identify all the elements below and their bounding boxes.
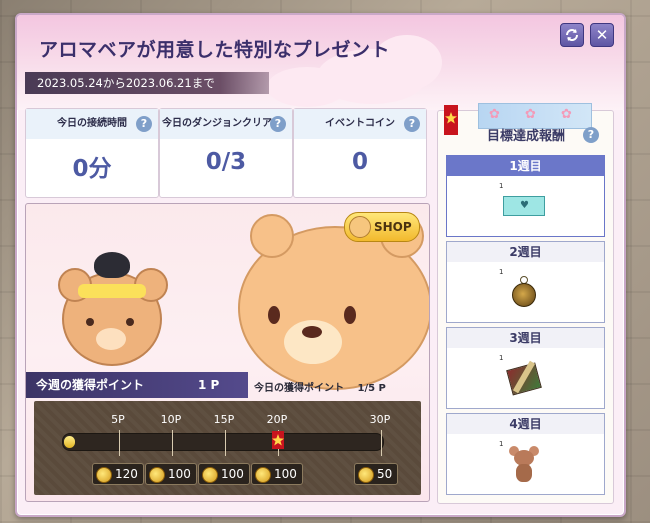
help-icon[interactable]: ?	[270, 116, 286, 132]
week-card-4[interactable]: 4週目 1	[446, 413, 605, 495]
coin-icon	[202, 467, 218, 483]
week-points-bar: 今週の獲得ポイント 1 P	[26, 372, 248, 398]
milestone-label: 5P	[111, 413, 125, 426]
mouse-doll-icon	[509, 444, 539, 484]
week-points-value: 1 P	[198, 378, 220, 392]
reward-amount: 100	[274, 467, 297, 481]
event-period: 2023.05.24から2023.06.21まで	[25, 72, 269, 94]
bear-small-illustration	[58, 252, 168, 366]
paw-icon: ✿	[525, 107, 536, 122]
stat-value: 0/3	[205, 149, 247, 175]
pocket-watch-icon	[511, 276, 536, 307]
coin-icon	[358, 467, 374, 483]
refresh-button[interactable]	[560, 23, 584, 47]
goal-rewards-panel: ✿ ✿ ✿ 目標達成報酬 ? 1週目 1 ♥ 2週目 1 3週目 1 4週目 1	[437, 103, 614, 504]
ticket-icon: ♥	[503, 196, 545, 216]
item-count: 1	[499, 440, 504, 448]
item-count: 1	[499, 182, 504, 190]
stat-connection-time: 今日の接続時間 ? 0分	[25, 108, 159, 198]
week-label: 1週目	[447, 156, 604, 176]
item-count: 1	[499, 354, 504, 362]
close-icon: ✕	[595, 26, 609, 44]
help-icon[interactable]: ?	[404, 116, 420, 132]
milestone-label: 15P	[213, 413, 235, 426]
event-window: アロマベアが用意した特別なプレゼント 2023.05.24から2023.06.2…	[15, 13, 626, 517]
current-milestone-star-icon	[272, 431, 284, 449]
goal-rewards-title: 目標達成報酬	[486, 129, 565, 144]
milestone-label: 10P	[160, 413, 182, 426]
week-card-3[interactable]: 3週目 1	[446, 327, 605, 409]
week-label: 2週目	[447, 242, 604, 262]
shop-label: SHOP	[374, 220, 412, 234]
coin-icon	[149, 467, 165, 483]
paw-icon: ✿	[489, 107, 500, 122]
stat-event-coin: イベントコイン ? 0	[293, 108, 427, 198]
shop-button[interactable]: SHOP	[344, 212, 420, 242]
paw-icon: ✿	[561, 107, 572, 122]
week-label: 4週目	[447, 414, 604, 434]
help-icon[interactable]: ?	[583, 127, 599, 143]
points-progress-fill	[64, 436, 75, 448]
reward-chip: 100	[198, 463, 250, 485]
milestone-label: 20P	[266, 413, 288, 426]
reward-chip: 120	[92, 463, 144, 485]
today-points-label: 今日の獲得ポイント	[254, 383, 344, 394]
close-button[interactable]: ✕	[590, 23, 614, 47]
bear-big-illustration	[238, 214, 429, 390]
week-label: 3週目	[447, 328, 604, 348]
reward-amount: 100	[221, 467, 244, 481]
reward-amount: 100	[168, 467, 191, 481]
coin-icon	[255, 467, 271, 483]
week-card-1[interactable]: 1週目 1 ♥	[446, 155, 605, 237]
event-banner: SHOP 今週の獲得ポイント 1 P 今日の獲得ポイント 1/5 P 5P 10…	[25, 203, 430, 502]
today-points-value: 1/5 P	[357, 383, 386, 394]
week-points-label: 今週の獲得ポイント	[36, 378, 145, 392]
today-points: 今日の獲得ポイント 1/5 P	[254, 379, 386, 394]
milestone-label: 30P	[369, 413, 391, 426]
item-count: 1	[499, 268, 504, 276]
header-art	[17, 15, 624, 110]
window-title: アロマベアが用意した特別なプレゼント	[39, 39, 391, 61]
reward-amount: 50	[377, 467, 393, 481]
shop-bear-icon	[349, 216, 371, 238]
refresh-icon	[566, 29, 578, 41]
stat-dungeon-clear: 今日のダンジョンクリア ? 0/3	[159, 108, 293, 198]
reward-chip: 100	[145, 463, 197, 485]
reward-chip: 50	[354, 463, 399, 485]
coin-icon	[96, 467, 112, 483]
points-progress-track	[62, 430, 384, 456]
armor-bundle-icon	[505, 360, 542, 396]
stat-value: 0分	[72, 156, 112, 182]
help-icon[interactable]: ?	[136, 116, 152, 132]
points-progress-panel: 5P 10P 15P 20P 30P 120 100 100 100 50	[34, 401, 421, 495]
week-card-2[interactable]: 2週目 1	[446, 241, 605, 323]
reward-amount: 120	[115, 467, 138, 481]
reward-chip: 100	[251, 463, 303, 485]
stat-value: 0	[351, 149, 368, 175]
